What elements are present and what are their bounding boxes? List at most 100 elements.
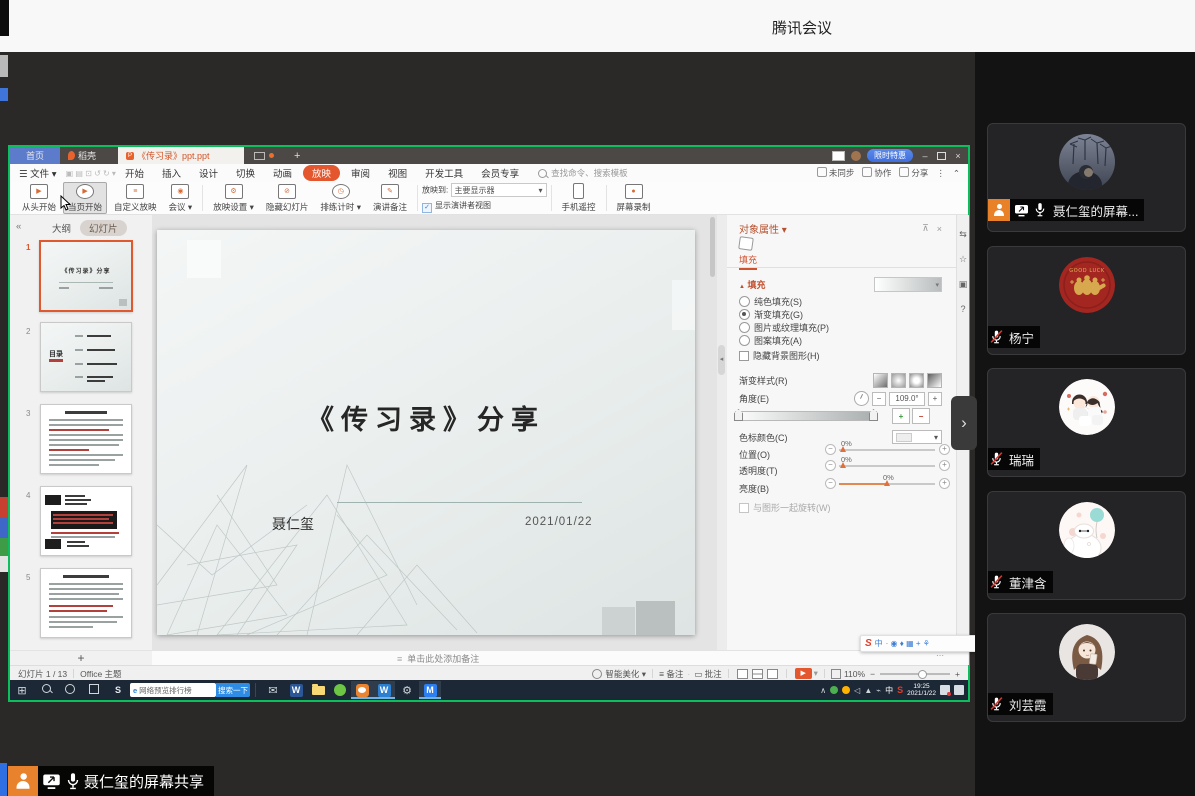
taskbar-search-icon[interactable] [34,684,58,696]
notes-bar[interactable]: ≡ 单击此处添加备注 [152,650,968,666]
add-slide-button[interactable]: + [10,650,152,666]
gradient-stop[interactable] [734,409,743,421]
participant-tile[interactable]: 刘芸霞 [987,613,1186,722]
properties-rail-icon[interactable]: ⇆ [957,229,969,240]
slideshow-play-button[interactable]: ▶ [795,668,812,679]
menu-view[interactable]: 视图 [379,166,416,180]
zoom-knob[interactable] [918,670,927,679]
beautify-button[interactable]: 智能美化 ▾ [605,668,646,680]
normal-view-icon[interactable] [737,669,748,679]
zoom-slider[interactable] [880,673,950,675]
participant-tile-sharer[interactable]: 聂仁玺的屏幕... [987,123,1186,232]
menu-animation[interactable]: 动画 [264,166,301,180]
rewards-icon[interactable] [832,151,845,161]
zoom-out-button[interactable]: − [870,669,875,679]
wechat-icon[interactable] [351,681,373,699]
brightness-slider-filled[interactable] [839,483,887,485]
gradient-style-3[interactable] [909,373,924,388]
brightness-thumb[interactable] [884,480,890,486]
outline-tab[interactable]: 大纲 [52,221,71,235]
collapse-handle[interactable]: ◂ [718,345,725,375]
collab-button[interactable]: 协作 [862,167,891,179]
stop-color-dropdown[interactable]: ▾ [892,430,942,444]
transparency-plus[interactable]: + [939,460,950,471]
taskbar-web-search[interactable]: e 网络预览排行榜 [130,683,216,697]
brightness-minus[interactable]: − [825,478,836,489]
menu-transition[interactable]: 切换 [227,166,264,180]
collapse-ribbon[interactable]: ⌃ [953,168,960,179]
power-icon[interactable]: ⌁ [876,686,881,695]
position-plus[interactable]: + [939,444,950,455]
position-minus[interactable]: − [825,444,836,455]
restore-button[interactable] [937,152,946,160]
collapse-panel-button[interactable]: « [16,221,21,232]
sogou-tray-icon[interactable]: S [897,685,903,695]
share-button[interactable]: 分享 [899,167,928,179]
fill-option-pattern[interactable]: 图案填充(A) [739,334,942,347]
fill-option-solid[interactable]: 纯色填充(S) [739,295,942,308]
presenter-view-checkbox[interactable]: ✓显示演讲者视图 [422,200,546,213]
sorter-view-icon[interactable] [752,669,763,679]
rotate-with-shape-checkbox[interactable]: 与图形一起旋转(W) [739,501,942,514]
tab-docer[interactable]: 稻壳 [60,147,104,164]
web-search-button[interactable]: 搜索一下 [216,683,250,697]
frame-rail-icon[interactable]: ▣ [957,279,969,290]
menu-start[interactable]: 开始 [116,166,153,180]
ime-indicator[interactable]: 中 [885,685,893,696]
task-view-icon[interactable] [82,684,106,697]
quick-icons[interactable]: ▣ ▤ ⊡ ↺ ↻ ▾ [66,169,116,178]
menu-member[interactable]: 会员专享 [472,166,528,180]
ribbon-from-beginning[interactable]: ▶从头开始 [17,182,61,214]
tray-green-icon[interactable] [830,686,838,694]
position-thumb[interactable] [840,446,846,452]
thumbnail-slide-3[interactable] [40,404,132,474]
word-app-icon[interactable]: W [285,681,307,699]
cortana-icon[interactable] [58,684,82,697]
command-search-input[interactable]: 查找命令、搜索模板 [551,167,628,179]
network-icon[interactable]: ▲ [864,686,872,695]
thumbnail-slide-4[interactable] [40,486,132,556]
taskbar-clock[interactable]: 19:252021/1/22 [907,683,936,697]
angle-dial[interactable] [854,391,869,406]
menu-slideshow-active[interactable]: 放映 [303,165,340,181]
fill-option-picture[interactable]: 图片或纹理填充(P) [739,321,942,334]
hide-background-checkbox[interactable]: 隐藏背景图形(H) [739,349,942,362]
participant-tile[interactable]: GOOD LUCK 杨宁 [987,246,1186,355]
canvas-scrollbar[interactable] [710,217,715,277]
browser360-icon[interactable] [329,681,351,699]
participant-tile[interactable]: 董津含 [987,491,1186,600]
close-panel-icon[interactable]: × [937,224,942,234]
ribbon-rehearse[interactable]: ◷排练计时 ▾ [315,182,366,214]
transparency-minus[interactable]: − [825,460,836,471]
zoom-in-button[interactable]: + [955,669,960,679]
ime-tools[interactable]: · ◉ ♦ ▦ + ⚘ [886,639,930,648]
pinned-app-icon[interactable]: S [106,685,130,695]
tray-expand-icon[interactable]: ∧ [820,686,826,695]
explorer-icon[interactable] [307,681,329,699]
fill-option-gradient[interactable]: 渐变填充(G) [739,308,942,321]
notes-button[interactable]: ≡ 备注 [659,668,683,680]
fill-preset-dropdown[interactable]: ▾ [874,277,942,292]
tab-document[interactable]: P《传习录》ppt.ppt [118,147,244,164]
display-target-dropdown[interactable]: 主要显示器▾ [451,183,547,197]
thumbnail-slide-5[interactable] [40,568,132,638]
tray-orange-icon[interactable] [842,686,850,694]
menu-devtools[interactable]: 开发工具 [416,166,472,180]
thumbnail-slide-2[interactable]: 目录 [40,322,132,392]
ribbon-hide-slide[interactable]: ⊘隐藏幻灯片 [261,182,314,214]
angle-minus[interactable]: − [872,392,886,406]
thumbnail-slide-1[interactable]: 《传习录》分享 [39,240,133,312]
tab-home[interactable]: 首页 [10,147,60,164]
mail-app-icon[interactable]: ✉ [261,684,285,697]
angle-value[interactable]: 109.0° [889,392,925,406]
brightness-slider[interactable] [887,483,935,485]
close-button[interactable]: × [952,151,964,161]
ribbon-custom-show[interactable]: ≡自定义放映 [109,182,162,214]
minimize-button[interactable]: – [919,151,931,161]
gradient-stop-bar[interactable] [735,411,877,421]
sogou-ime-toolbar[interactable]: S 中 · ◉ ♦ ▦ + ⚘ [860,635,984,652]
add-stop-button[interactable]: + [892,408,910,424]
promo-pill-button[interactable]: 限时特惠 [867,149,913,162]
remove-stop-button[interactable]: − [912,408,930,424]
gradient-stop[interactable] [869,409,878,421]
